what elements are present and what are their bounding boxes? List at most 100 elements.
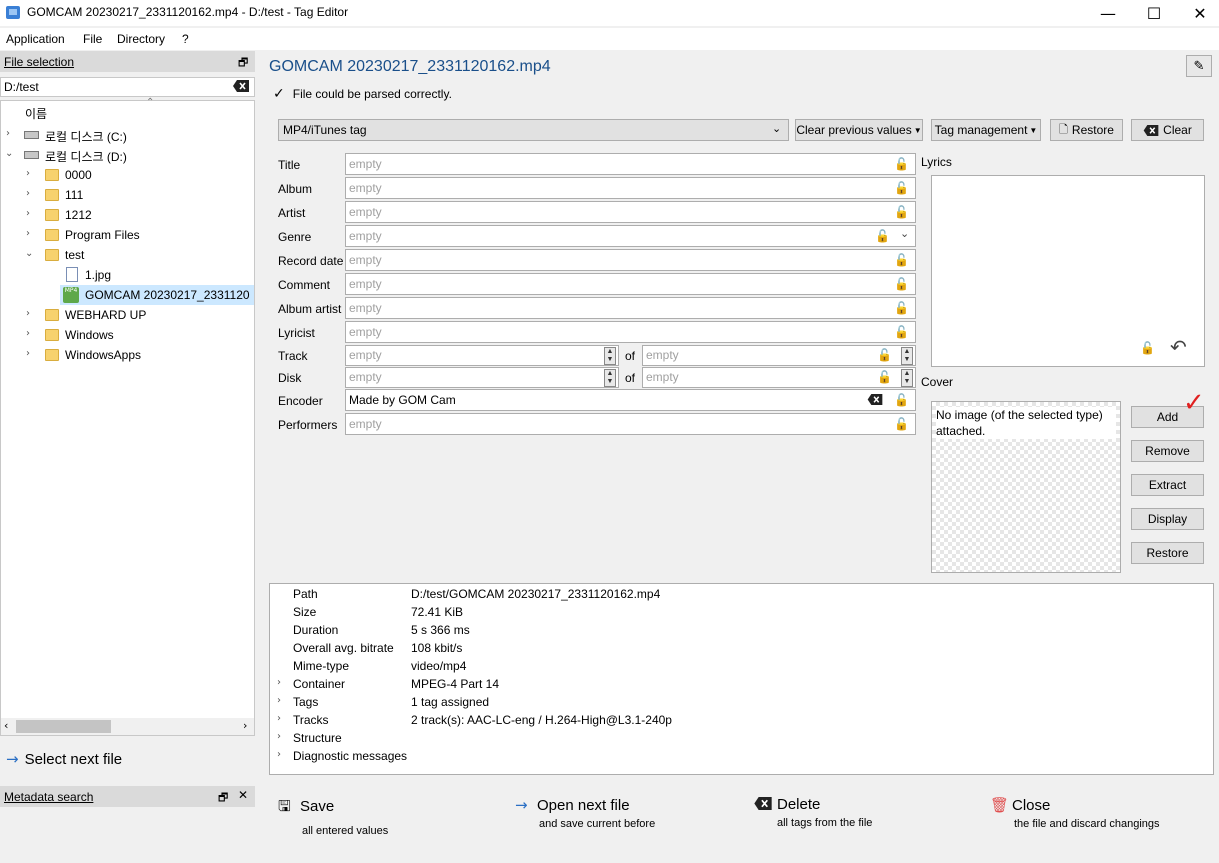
chevron-right-icon[interactable]: › [26, 188, 30, 199]
lock-icon[interactable]: 🔓 [894, 277, 909, 291]
minimize-button[interactable]: — [1085, 0, 1131, 26]
lock-icon[interactable]: 🔓 [1140, 341, 1155, 355]
info-key: Structure [293, 731, 342, 745]
lock-icon[interactable]: 🔓 [894, 393, 909, 407]
lyricist-field[interactable]: empty [345, 321, 916, 343]
clear-tag-button[interactable]: Clear [1131, 119, 1204, 141]
lock-icon[interactable]: 🔓 [894, 157, 909, 171]
chevron-right-icon[interactable]: › [277, 749, 281, 760]
album-field[interactable]: empty [345, 177, 916, 199]
cover-restore-button[interactable]: Restore [1131, 542, 1204, 564]
disk-total-field[interactable]: empty [642, 367, 916, 388]
lock-icon[interactable]: 🔓 [877, 370, 892, 384]
tree-item-file[interactable]: 1.jpg [1, 265, 254, 285]
chevron-right-icon[interactable]: › [277, 713, 281, 724]
select-next-file-button[interactable]: → Select next file [6, 750, 122, 768]
chevron-right-icon[interactable]: › [26, 308, 30, 319]
delete-tags-button[interactable]: Delete all tags from the file [753, 796, 872, 829]
tree-item-folder[interactable]: › WEBHARD UP [1, 305, 254, 325]
chevron-right-icon[interactable]: › [26, 168, 30, 179]
cover-display-button[interactable]: Display [1131, 508, 1204, 530]
folder-icon [45, 229, 59, 241]
close-file-button[interactable]: 🗑 Close the file and discard changings [990, 796, 1160, 830]
path-input[interactable]: D:/test [0, 77, 255, 97]
cover-remove-button[interactable]: Remove [1131, 440, 1204, 462]
restore-tag-button[interactable]: 🗋 Restore [1050, 119, 1123, 141]
lock-icon[interactable]: 🔓 [894, 205, 909, 219]
close-window-button[interactable]: ✕ [1177, 0, 1219, 26]
clear-path-icon[interactable] [233, 80, 249, 92]
menu-application[interactable]: Application [6, 32, 65, 46]
open-next-sublabel: and save current before [539, 818, 656, 830]
file-tree[interactable]: 이름 ⌃ › 로컬 디스크 (C:) ⌄ 로컬 디스크 (D:) › 0000 … [0, 97, 255, 736]
chevron-down-icon[interactable]: ⌄ [5, 148, 13, 159]
tree-item-folder-test[interactable]: ⌄ test [1, 245, 254, 265]
lock-icon[interactable]: 🔓 [894, 417, 909, 431]
album-artist-field[interactable]: empty [345, 297, 916, 319]
clear-previous-values-button[interactable]: Clear previous values ▼ [795, 119, 923, 141]
disk-spinner[interactable]: ▲ ▼ [604, 369, 616, 387]
chevron-right-icon[interactable]: › [26, 208, 30, 219]
scroll-right-icon[interactable]: › [243, 719, 247, 732]
performers-field[interactable]: empty [345, 413, 916, 435]
tree-item-folder[interactable]: › Program Files [1, 225, 254, 245]
comment-field[interactable]: empty [345, 273, 916, 295]
title-field[interactable]: empty [345, 153, 916, 175]
chevron-down-icon[interactable]: ⌄ [900, 227, 909, 240]
chevron-right-icon[interactable]: › [26, 228, 30, 239]
chevron-down-icon[interactable]: ⌄ [25, 248, 33, 259]
tree-item-folder[interactable]: › 0000 [1, 165, 254, 185]
clear-field-icon[interactable] [867, 394, 883, 405]
track-spinner[interactable]: ▲ ▼ [604, 347, 616, 365]
float-dock-icon[interactable]: 🗗 [238, 54, 248, 73]
close-dock-icon[interactable]: ✕ [238, 788, 248, 802]
track-number-field[interactable]: empty [345, 345, 619, 366]
menu-directory[interactable]: Directory [117, 32, 165, 46]
lock-icon[interactable]: 🔓 [894, 253, 909, 267]
tree-item-file-selected[interactable]: MP4 GOMCAM 20230217_2331120 [60, 285, 254, 305]
lock-icon[interactable]: 🔓 [894, 181, 909, 195]
tree-item-drive-c[interactable]: › 로컬 디스크 (C:) [1, 125, 254, 145]
tree-item-folder[interactable]: › Windows [1, 325, 254, 345]
disk-total-spinner[interactable]: ▲ ▼ [901, 369, 913, 387]
track-total-spinner[interactable]: ▲ ▼ [901, 347, 913, 365]
open-next-file-button[interactable]: → Open next file and save current before [515, 796, 655, 830]
save-button[interactable]: 🖫 Save all entered values [278, 796, 388, 837]
tree-item-drive-d[interactable]: ⌄ 로컬 디스크 (D:) [1, 145, 254, 165]
column-header-name[interactable]: 이름 [25, 105, 47, 122]
menu-file[interactable]: File [83, 32, 102, 46]
scrollbar-thumb[interactable] [16, 720, 111, 733]
record-date-field[interactable]: empty [345, 249, 916, 271]
file-info-panel[interactable]: Path D:/test/GOMCAM 20230217_2331120162.… [269, 583, 1214, 775]
edit-pencil-button[interactable]: ✎ [1186, 55, 1212, 77]
chevron-right-icon[interactable]: › [277, 695, 281, 706]
lock-icon[interactable]: 🔓 [877, 348, 892, 362]
encoder-field[interactable]: Made by GOM Cam [345, 389, 916, 411]
disk-number-field[interactable]: empty [345, 367, 619, 388]
scroll-left-icon[interactable]: ‹ [4, 719, 8, 732]
chevron-right-icon[interactable]: › [6, 128, 10, 139]
tree-item-folder[interactable]: › WindowsApps [1, 345, 254, 365]
cover-extract-button[interactable]: Extract [1131, 474, 1204, 496]
lock-icon[interactable]: 🔓 [894, 325, 909, 339]
chevron-right-icon[interactable]: › [26, 328, 30, 339]
chevron-right-icon[interactable]: › [277, 677, 281, 688]
float-dock-icon[interactable]: 🗗 [218, 789, 228, 808]
tag-type-select[interactable]: MP4/iTunes tag [278, 119, 789, 141]
track-total-field[interactable]: empty [642, 345, 916, 366]
chevron-down-icon[interactable]: ⌄ [772, 122, 781, 135]
maximize-button[interactable]: ☐ [1131, 0, 1177, 26]
lock-icon[interactable]: 🔓 [875, 229, 890, 243]
undo-icon[interactable]: ↶ [1170, 335, 1187, 359]
tag-management-button[interactable]: Tag management ▼ [931, 119, 1041, 141]
horizontal-scrollbar[interactable]: ‹ › [1, 718, 254, 735]
tree-item-folder[interactable]: › 1212 [1, 205, 254, 225]
lyrics-textarea[interactable] [931, 175, 1205, 367]
chevron-right-icon[interactable]: › [277, 731, 281, 742]
tree-item-folder[interactable]: › 111 [1, 185, 254, 205]
genre-field[interactable]: empty [345, 225, 916, 247]
artist-field[interactable]: empty [345, 201, 916, 223]
chevron-right-icon[interactable]: › [26, 348, 30, 359]
lock-icon[interactable]: 🔓 [894, 301, 909, 315]
menu-help[interactable]: ? [182, 32, 189, 46]
